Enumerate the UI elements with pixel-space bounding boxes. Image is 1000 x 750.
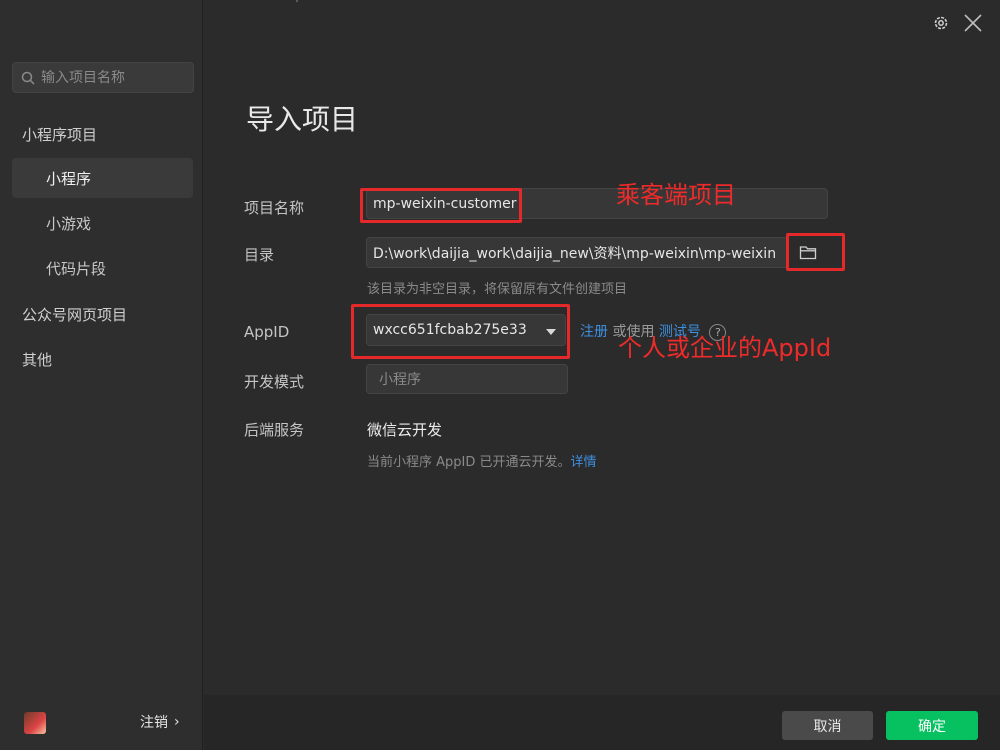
appid-label: AppID (244, 323, 290, 341)
search-box[interactable] (12, 62, 194, 93)
appid-select[interactable]: wxcc651fcbab275e33 (366, 314, 566, 346)
nav-group-miniprogram[interactable]: 小程序项目 (22, 124, 97, 145)
directory-hint: 该目录为非空目录，将保留原有文件创建项目 (367, 282, 628, 297)
annotation-appid: 个人或企业的AppId (618, 334, 832, 362)
sidebar-item-code-snippet[interactable]: 代码片段 (12, 248, 193, 288)
sidebar-item-label: 小游戏 (46, 214, 92, 233)
backend-hint-row: 当前小程序 AppID 已开通云开发。详情 (367, 451, 597, 470)
nav-group-other[interactable]: 其他 (22, 349, 52, 370)
backend-label: 后端服务 (244, 421, 305, 439)
logout-label: 注销 (140, 715, 168, 731)
directory-input[interactable]: D:\work\daijia_work\daijia_new\资料\mp-wei… (366, 237, 788, 268)
chevron-right-icon: › (174, 714, 180, 730)
project-name-value: mp-weixin-customer (373, 195, 517, 212)
avatar[interactable] (24, 712, 46, 734)
search-input[interactable] (41, 69, 191, 86)
nav-group-official-account[interactable]: 公众号网页项目 (22, 304, 127, 325)
directory-value: D:\work\daijia_work\daijia_new\资料\mp-wei… (373, 245, 777, 262)
search-icon (21, 71, 35, 85)
directory-label: 目录 (244, 246, 275, 264)
sidebar-item-label: 小程序 (46, 169, 92, 188)
page-title: 导入项目 (246, 103, 359, 136)
dev-mode-value: 小程序 (379, 372, 421, 388)
dev-mode-field: 小程序 (366, 364, 568, 394)
chevron-down-icon (546, 329, 556, 335)
project-name-input[interactable]: mp-weixin-customer (366, 188, 828, 219)
backend-detail-link[interactable]: 详情 (571, 455, 597, 470)
folder-icon (799, 245, 817, 259)
confirm-button[interactable]: 确定 (886, 711, 978, 740)
sidebar-item-label: 代码片段 (46, 259, 107, 278)
appid-value: wxcc651fcbab275e33 (373, 322, 527, 338)
close-icon[interactable] (962, 12, 984, 34)
cancel-button[interactable]: 取消 (782, 711, 873, 740)
backend-hint: 当前小程序 AppID 已开通云开发。 (367, 455, 571, 470)
sidebar-item-minigame[interactable]: 小游戏 (12, 203, 193, 243)
sidebar-item-miniprogram[interactable]: 小程序 (12, 158, 193, 198)
logout-button[interactable]: 注销 › (140, 712, 180, 732)
project-name-label: 项目名称 (244, 199, 305, 217)
backend-value: 微信云开发 (367, 421, 443, 439)
annotation-passenger: 乘客端项目 (616, 181, 736, 209)
dev-mode-label: 开发模式 (244, 373, 305, 391)
browse-folder-button[interactable] (790, 237, 826, 267)
sidebar: 小程序项目 小程序 小游戏 代码片段 公众号网页项目 其他 注销 › (0, 0, 203, 750)
register-link[interactable]: 注册 (580, 324, 608, 340)
gear-icon[interactable] (932, 14, 950, 32)
footer-bar (204, 695, 1000, 750)
window-edge (296, 0, 298, 2)
